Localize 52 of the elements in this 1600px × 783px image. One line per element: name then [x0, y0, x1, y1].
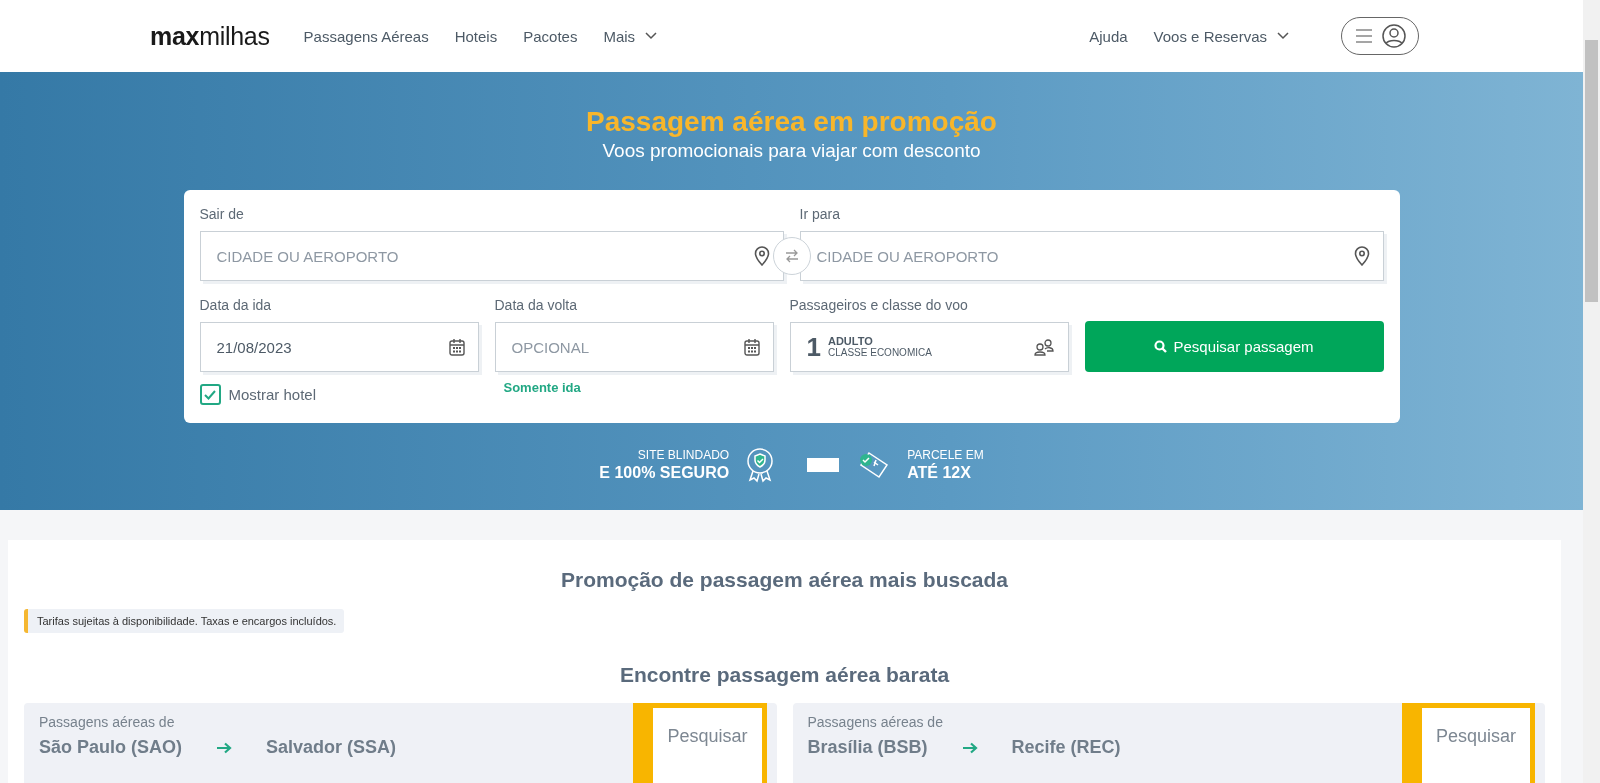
security-badge-text: SITE BLINDADO E 100% SEGURO: [599, 447, 730, 483]
field-label: Data da ida: [199, 297, 273, 315]
shield-award-icon: [745, 447, 776, 483]
notice: Tarifas sujeitas à disponibilidade. Taxas e encargos incluídos.: [24, 609, 345, 633]
arrow-icon: [216, 741, 232, 754]
route-caption: Passagens aéreas de: [807, 714, 943, 730]
origin-city: Brasília (BSB): [807, 737, 928, 758]
section-title: Encontre passagem aérea barata: [618, 663, 951, 687]
nav-link[interactable]: Hoteis: [454, 27, 498, 45]
passenger-type: ADULTO: [827, 336, 874, 347]
hero-title: Passagem aérea em promoção: [586, 106, 997, 138]
route-card[interactable]: Passagens aéreas de Brasília (BSB) Recife (REC) Pesquisar: [792, 703, 1545, 783]
route-caption: Passagens aéreas de: [39, 714, 175, 730]
field-label: Sair de: [199, 206, 245, 224]
origin-city: São Paulo (SAO): [39, 737, 182, 758]
route-card[interactable]: Passagens aéreas de São Paulo (SAO) Salvador (SSA) Pesquisar: [24, 703, 777, 783]
location-pin-icon: [1353, 246, 1370, 266]
location-pin-icon: [753, 246, 770, 266]
search-route-button[interactable]: Pesquisar: [633, 703, 767, 783]
field-label: Data da volta: [494, 297, 578, 315]
departure-date-field[interactable]: 21/08/2023: [199, 322, 479, 372]
calendar-icon: [743, 338, 760, 356]
search-icon: [1154, 340, 1168, 353]
destination-city: Recife (REC): [1011, 737, 1121, 758]
return-date-field[interactable]: OPCIONAL: [494, 322, 774, 372]
section-title: Promoção de passagem aérea mais buscada: [559, 568, 1010, 592]
nav-link[interactable]: Pacotes: [523, 27, 578, 45]
check-icon: [204, 389, 216, 400]
checkbox[interactable]: [199, 384, 221, 405]
field-label: Passageiros e classe do voo: [789, 297, 969, 315]
destination-city: Salvador (SSA): [266, 737, 397, 758]
scrollbar[interactable]: [1583, 0, 1600, 783]
origin-field[interactable]: CIDADE OU AEROPORTO: [199, 231, 784, 281]
search-route-button[interactable]: Pesquisar: [1401, 703, 1535, 783]
show-hotel-checkbox[interactable]: Mostrar hotel: [199, 384, 317, 405]
swap-icon: [784, 249, 799, 263]
arrow-icon: [961, 741, 978, 754]
badge-placeholder: [807, 458, 840, 472]
hero-subtitle: Voos promocionais para viajar com desconto: [602, 140, 981, 162]
cabin-class: CLASSE ECONOMICA: [827, 347, 933, 358]
calendar-icon: [448, 338, 465, 356]
nav-link[interactable]: Ajuda: [1089, 27, 1128, 45]
nav-link[interactable]: Passagens Aéreas: [303, 27, 429, 45]
nav-link[interactable]: Mais: [603, 27, 658, 45]
logo[interactable]: maxmilhas: [150, 21, 270, 51]
people-icon: [1033, 338, 1054, 356]
destination-field[interactable]: CIDADE OU AEROPORTO: [799, 231, 1384, 281]
account-menu-button[interactable]: [1341, 17, 1419, 55]
nav-link[interactable]: Voos e Reservas: [1153, 27, 1289, 45]
field-label: Ir para: [799, 206, 841, 224]
installments-badge-text: PARCELE EM ATÉ 12X: [907, 447, 984, 483]
passenger-count: 1: [806, 331, 821, 363]
